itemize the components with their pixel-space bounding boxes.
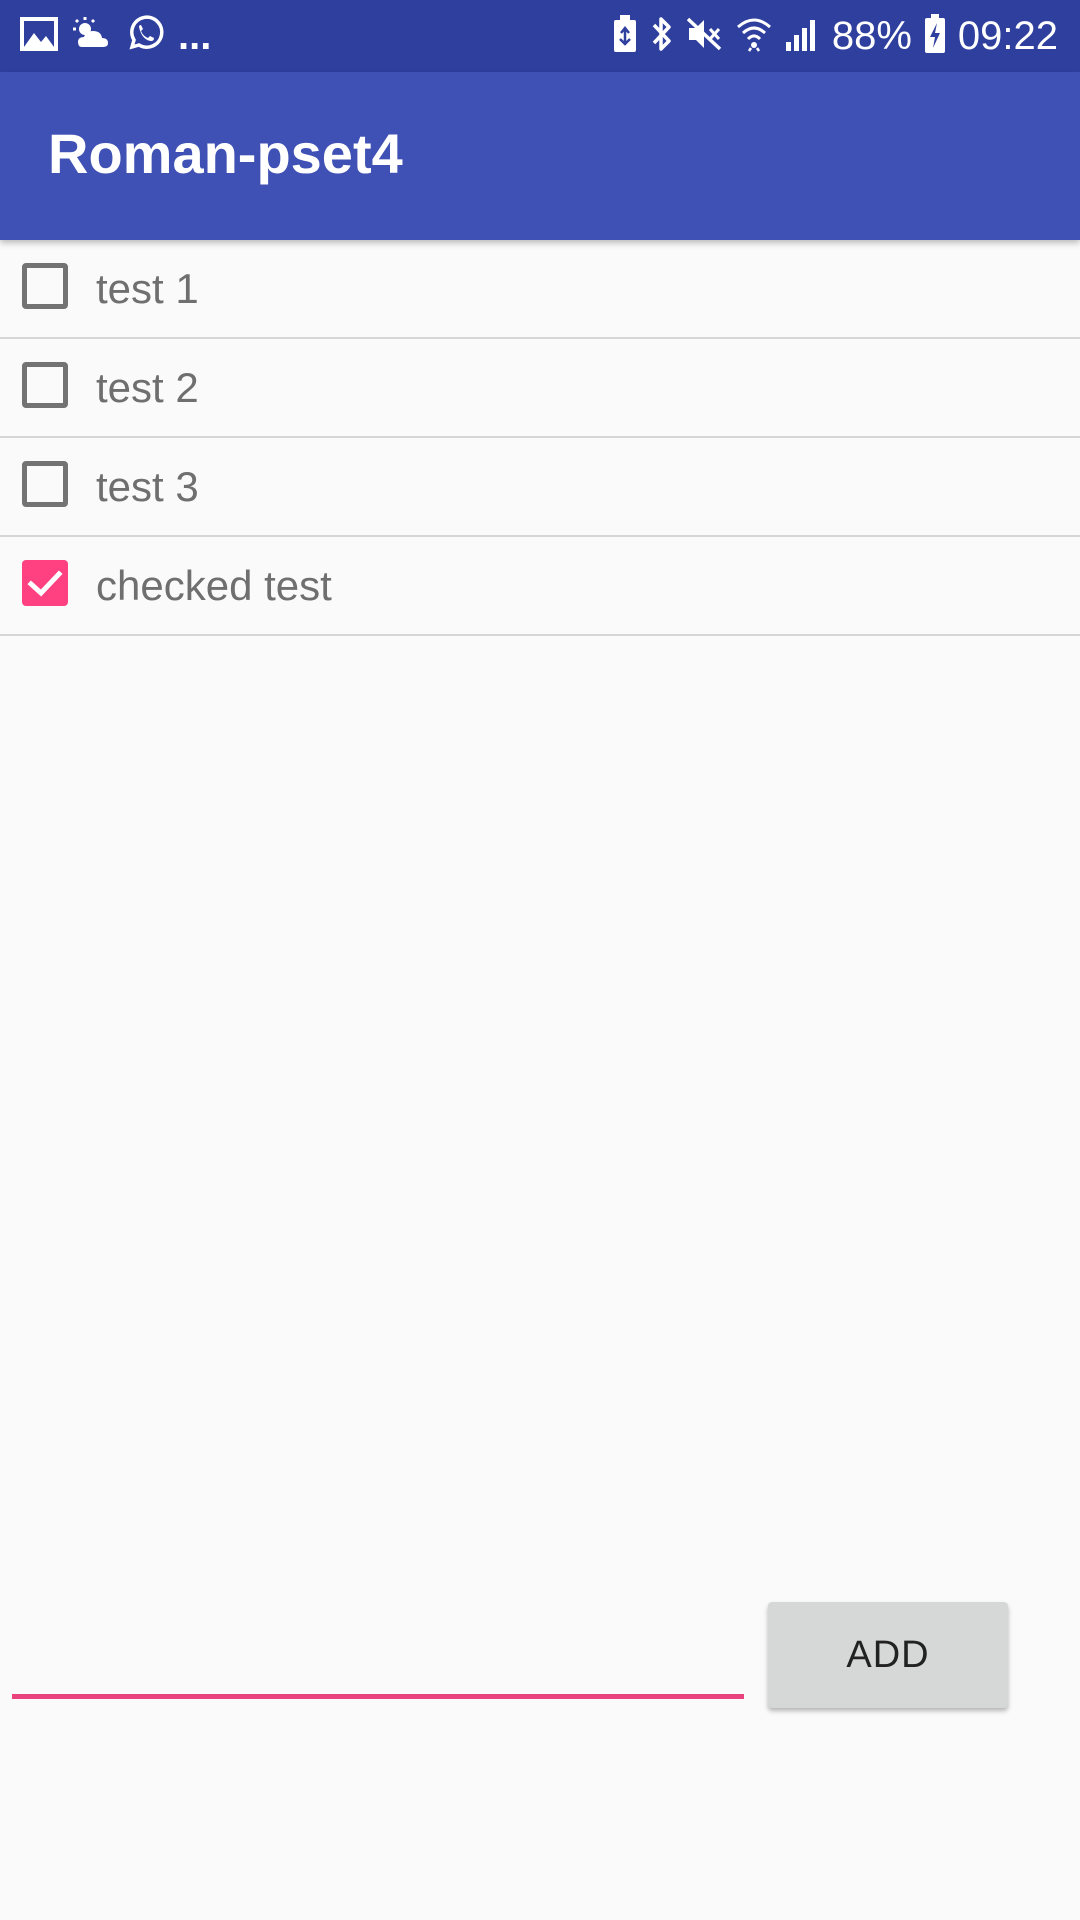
bluetooth-icon <box>650 15 674 58</box>
checkbox-unchecked[interactable] <box>22 461 68 507</box>
todo-item[interactable]: test 1 <box>0 240 1080 339</box>
whatsapp-icon <box>126 14 164 58</box>
mute-icon <box>686 15 724 58</box>
status-notifications: ... <box>20 0 211 72</box>
todo-item[interactable]: test 3 <box>0 438 1080 537</box>
app-title: Roman-pset4 <box>48 122 403 185</box>
battery-charging-icon <box>924 13 946 59</box>
input-underline <box>12 1694 744 1699</box>
todo-label: test 1 <box>96 265 199 312</box>
todo-item[interactable]: test 2 <box>0 339 1080 438</box>
more-notifications-indicator: ... <box>178 14 212 58</box>
add-button[interactable]: ADD <box>768 1602 1008 1708</box>
wifi-icon <box>736 15 772 58</box>
app-bar: Roman-pset4 <box>0 72 1080 240</box>
checkbox-unchecked[interactable] <box>22 263 68 309</box>
clock: 09:22 <box>957 14 1058 58</box>
status-bar: ... 88% 09:22 <box>0 0 1080 72</box>
todo-item[interactable]: checked test <box>0 537 1080 636</box>
checkbox-unchecked[interactable] <box>22 362 68 408</box>
battery-saver-icon <box>612 14 638 58</box>
partly-cloudy-icon <box>72 16 112 56</box>
signal-icon <box>784 16 820 57</box>
gallery-icon <box>20 16 58 56</box>
todo-label: checked test <box>96 562 332 609</box>
todo-label: test 2 <box>96 364 199 411</box>
new-todo-field-container <box>12 1610 744 1700</box>
status-system: 88% 09:22 <box>612 0 1058 72</box>
todo-list: test 1 test 2 test 3 checked test <box>0 240 1080 636</box>
todo-label: test 3 <box>96 463 199 510</box>
checkbox-checked[interactable] <box>22 560 68 606</box>
new-todo-input[interactable] <box>12 1610 744 1694</box>
checkmark-icon <box>27 570 63 597</box>
battery-percent: 88% <box>831 14 912 58</box>
